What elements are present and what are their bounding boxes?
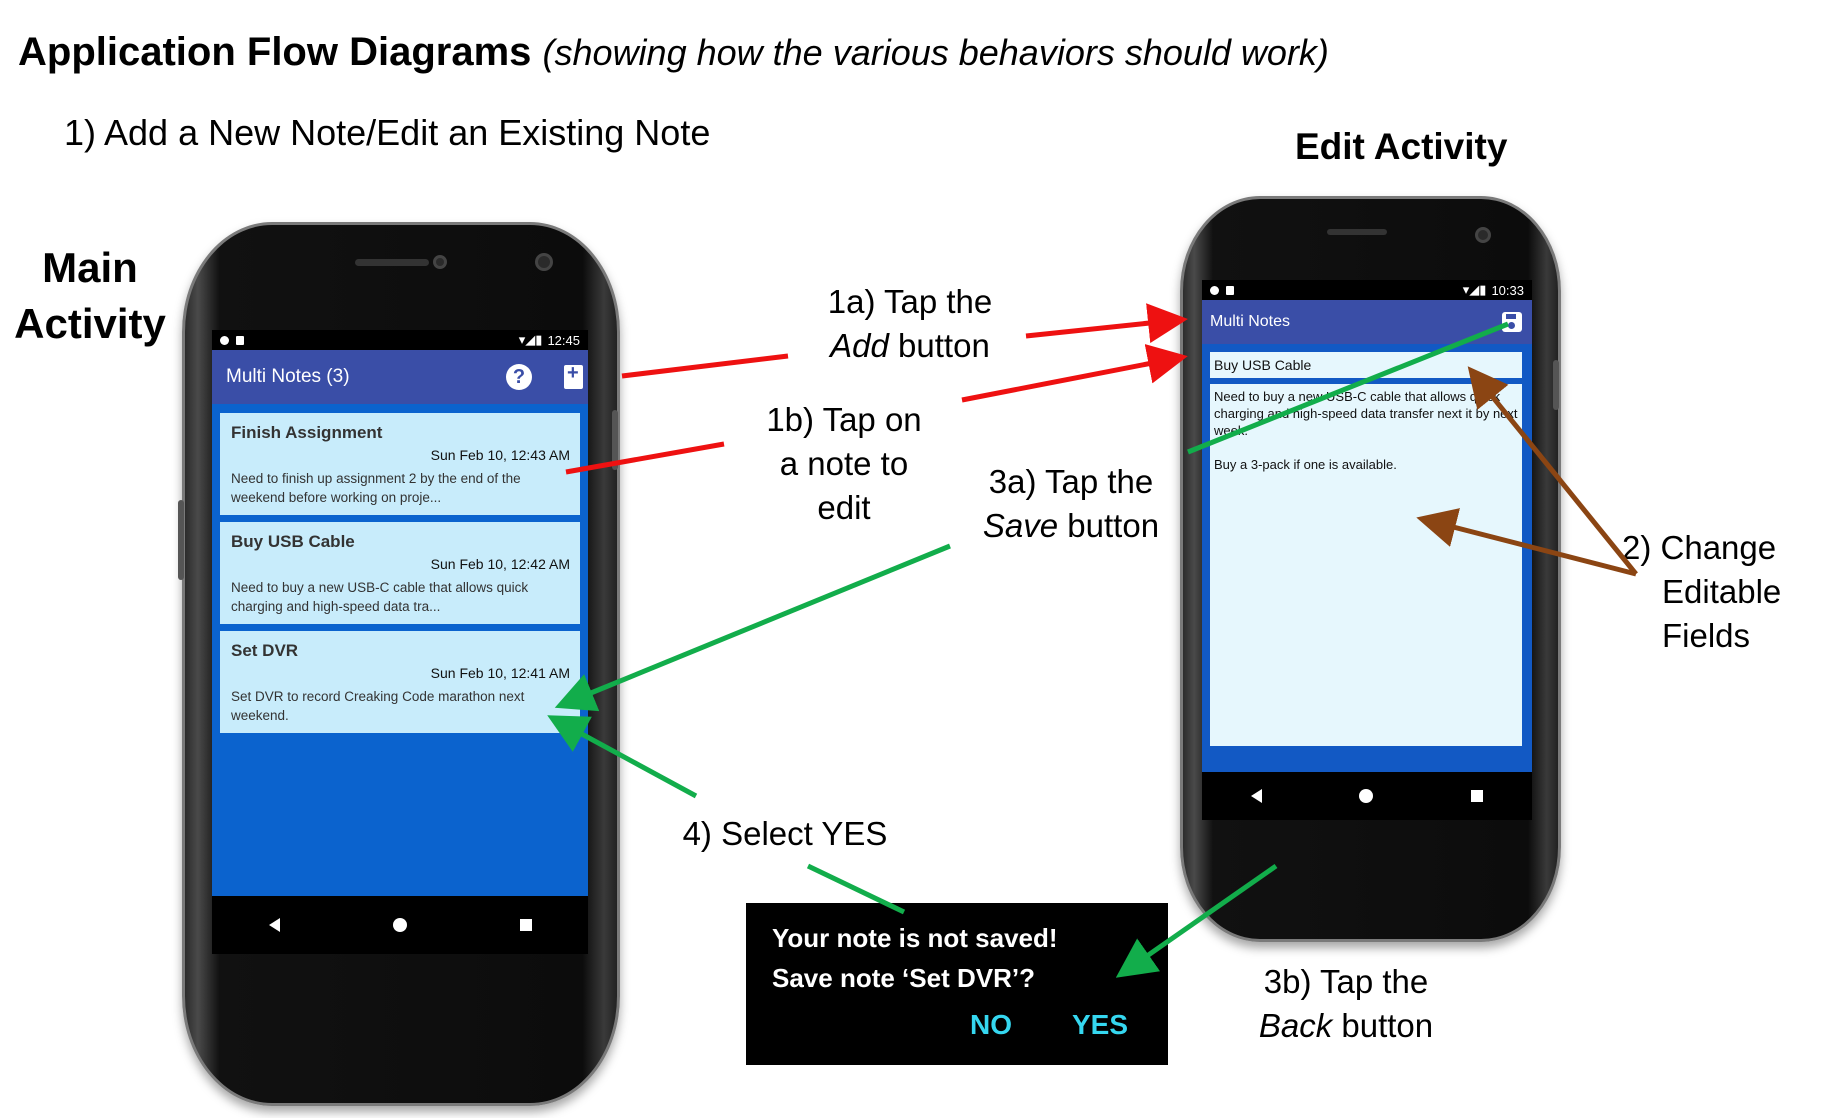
annotation-3b-line2: Back button: [1246, 1004, 1446, 1048]
status-bar: ▾◢▮ 12:45: [212, 330, 588, 350]
page-title: Application Flow Diagrams (showing how t…: [18, 30, 1329, 75]
add-note-icon[interactable]: [564, 362, 583, 389]
annotation-2-line3: Fields: [1662, 617, 1751, 654]
annotation-1a-rest: button: [888, 327, 990, 364]
annotation-3a: 3a) Tap the Save button: [966, 460, 1176, 548]
recents-icon[interactable]: [1471, 790, 1484, 802]
note-item[interactable]: Set DVR Sun Feb 10, 12:41 AM Set DVR to …: [220, 631, 580, 733]
note-title: Buy USB Cable: [231, 532, 355, 551]
volume-button: [178, 500, 184, 580]
sensor-dot: [433, 255, 447, 269]
recents-icon[interactable]: [519, 919, 532, 931]
app-title: Multi Notes: [1210, 313, 1291, 330]
note-title-field[interactable]: Buy USB Cable: [1210, 352, 1522, 378]
annotation-1b-line1: 1b) Tap on: [766, 401, 922, 438]
home-icon[interactable]: [1359, 789, 1374, 803]
arrow-3a-bottom: [554, 543, 951, 712]
wifi-signal-battery-icon: ▾◢▮: [518, 332, 543, 347]
note-item[interactable]: Buy USB Cable Sun Feb 10, 12:42 AM Need …: [220, 522, 580, 624]
arrow-1a-left: [621, 353, 789, 379]
status-time: 12:45: [547, 332, 580, 348]
annotation-3b-line1: 3b) Tap the: [1263, 963, 1429, 1000]
note-preview: Need to finish up assignment 2 by the en…: [231, 471, 521, 505]
note-preview: Set DVR to record Creaking Code marathon…: [231, 689, 525, 723]
annotation-3a-line2: Save button: [966, 504, 1176, 548]
status-time: 10:33: [1491, 282, 1524, 298]
front-camera: [535, 253, 553, 271]
back-icon[interactable]: [268, 918, 280, 932]
app-bar: Multi Notes (3) ?: [212, 350, 588, 404]
annotation-1b: 1b) Tap on a note to edit: [746, 398, 942, 530]
note-body-field[interactable]: Need to buy a new USB-C cable that allow…: [1210, 384, 1522, 746]
note-body-paragraph: Buy a 3-pack if one is available.: [1214, 457, 1397, 472]
notification-icon: [220, 335, 229, 345]
dialog-message-line2: Save note ‘Set DVR’?: [772, 963, 1035, 993]
annotation-1a-line2: Add button: [810, 324, 1010, 368]
annotation-3b: 3b) Tap the Back button: [1246, 960, 1446, 1048]
annotation-4: 4) Select YES: [682, 815, 888, 852]
main-activity-label: Main Activity: [10, 240, 170, 352]
power-button: [1553, 360, 1559, 410]
sd-card-icon: [236, 335, 244, 345]
power-button: [612, 410, 618, 470]
annotation-2: 2) Change Editable Fields: [1622, 526, 1822, 658]
notification-icon: [1210, 285, 1219, 295]
note-body-paragraph: Need to buy a new USB-C cable that allow…: [1214, 389, 1518, 438]
dialog-message-line1: Your note is not saved!: [772, 923, 1058, 953]
main-activity-label-line1: Main: [42, 244, 138, 291]
annotation-1b-line3: edit: [817, 489, 871, 526]
dialog-yes-button[interactable]: YES: [1072, 1009, 1128, 1041]
app-title: Multi Notes (3): [226, 366, 350, 387]
speaker-grille: [1327, 229, 1387, 235]
section-heading: 1) Add a New Note/Edit an Existing Note: [64, 112, 711, 153]
annotation-2-line2: Editable: [1662, 573, 1782, 610]
annotation-1a: 1a) Tap the Add button: [810, 280, 1010, 368]
sd-card-icon: [1226, 285, 1234, 295]
edit-activity-label: Edit Activity: [1295, 126, 1508, 167]
note-date: Sun Feb 10, 12:43 AM: [430, 447, 570, 463]
front-camera: [1475, 227, 1491, 243]
app-bar: Multi Notes: [1202, 300, 1532, 344]
wifi-signal-battery-icon: ▾◢▮: [1462, 282, 1487, 297]
annotation-3a-emphasis: Save: [982, 507, 1059, 544]
page-title-main: Application Flow Diagrams: [18, 30, 532, 74]
annotation-1a-line1: 1a) Tap the: [827, 283, 993, 320]
annotation-3b-rest: button: [1332, 1007, 1434, 1044]
speaker-grille: [355, 259, 429, 266]
main-activity-screen: ▾◢▮ 12:45 Multi Notes (3) ? Finish Assig…: [212, 330, 588, 954]
edit-activity-screen: ▾◢▮ 10:33 Multi Notes Buy USB Cable Need…: [1202, 280, 1532, 820]
note-date: Sun Feb 10, 12:42 AM: [430, 556, 570, 572]
status-bar: ▾◢▮ 10:33: [1202, 280, 1532, 300]
annotation-1b-line2: a note to: [779, 445, 909, 482]
annotation-3a-line1: 3a) Tap the: [988, 463, 1154, 500]
annotation-3a-rest: button: [1058, 507, 1160, 544]
main-activity-label-line2: Activity: [14, 300, 166, 347]
nav-bar: [1202, 772, 1532, 820]
note-title: Finish Assignment: [231, 423, 383, 442]
annotation-3b-emphasis: Back: [1258, 1007, 1333, 1044]
note-preview: Need to buy a new USB-C cable that allow…: [231, 580, 529, 614]
page-subtitle: (showing how the various behaviors shoul…: [542, 32, 1329, 73]
note-date: Sun Feb 10, 12:41 AM: [430, 665, 570, 681]
save-icon[interactable]: [1502, 312, 1522, 332]
note-title: Set DVR: [231, 641, 299, 660]
note-item[interactable]: Finish Assignment Sun Feb 10, 12:43 AM N…: [220, 413, 580, 515]
unsaved-note-dialog: Your note is not saved! Save note ‘Set D…: [746, 903, 1168, 1065]
help-icon[interactable]: ?: [506, 364, 532, 390]
back-icon[interactable]: [1250, 789, 1262, 803]
home-icon[interactable]: [392, 918, 407, 932]
arrow-1a-right: [1025, 303, 1188, 344]
dialog-no-button[interactable]: NO: [970, 1009, 1012, 1041]
annotation-1a-emphasis: Add: [830, 327, 889, 364]
nav-bar: [212, 896, 588, 954]
annotation-2-line1: 2) Change: [1622, 529, 1777, 566]
